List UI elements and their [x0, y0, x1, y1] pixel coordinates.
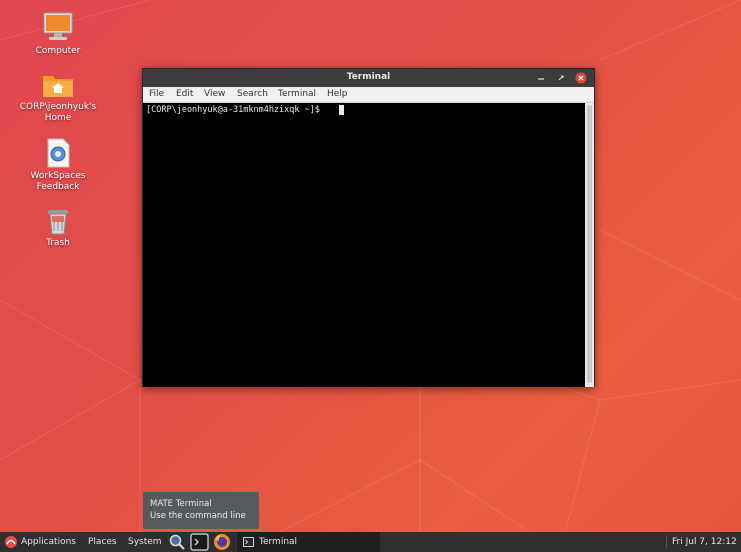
desktop-icon-home[interactable]: CORP\jeonhyuk's Home	[13, 70, 103, 124]
menu-search[interactable]: Search	[237, 89, 268, 99]
terminal-launcher-icon[interactable]	[190, 533, 209, 551]
applications-menu[interactable]: Applications	[21, 537, 76, 547]
menu-view[interactable]: View	[204, 89, 225, 99]
desktop-icon-workspaces-feedback[interactable]: WorkSpaces Feedback	[13, 137, 103, 193]
terminal-output[interactable]: [CORP\jeonhyuk@a-31mknm4hzixqk ~]$	[143, 103, 586, 387]
tooltip-description: Use the command line	[150, 511, 246, 521]
minimize-button[interactable]	[535, 72, 547, 84]
menubar: File Edit View Search Terminal Help	[143, 87, 594, 103]
search-icon[interactable]	[168, 533, 186, 551]
home-folder-icon	[43, 76, 73, 97]
terminal-task-icon	[243, 537, 254, 547]
window-titlebar[interactable]: Terminal	[143, 69, 594, 87]
taskbar-label: Terminal	[259, 537, 298, 547]
taskbar-button-terminal[interactable]: Terminal	[237, 532, 380, 552]
window-title: Terminal	[346, 72, 391, 82]
places-menu[interactable]: Places	[88, 537, 117, 547]
system-menu[interactable]: System	[128, 537, 162, 547]
menu-terminal[interactable]: Terminal	[278, 89, 316, 99]
close-button[interactable]	[575, 72, 587, 84]
maximize-button[interactable]	[555, 72, 567, 84]
desktop-icon-label: CORP\jeonhyuk's Home	[19, 102, 97, 123]
shell-prompt: [CORP\jeonhyuk@a-31mknm4hzixqk ~]$	[146, 105, 320, 115]
clock[interactable]: Fri Jul 7, 12:12	[672, 537, 737, 547]
tooltip-title: MATE Terminal	[150, 499, 212, 509]
launcher-tooltip: MATE Terminal Use the command line	[143, 492, 259, 529]
menu-file[interactable]: File	[149, 89, 164, 99]
close-icon	[575, 72, 587, 84]
panel-separator	[666, 536, 667, 548]
computer-icon	[43, 12, 73, 40]
text-cursor	[339, 105, 344, 115]
desktop-icon-label: WorkSpaces Feedback	[30, 171, 86, 192]
menu-help[interactable]: Help	[327, 89, 348, 99]
menu-edit[interactable]: Edit	[176, 89, 193, 99]
mate-logo-icon	[5, 536, 17, 548]
scrollbar-thumb[interactable]	[587, 105, 592, 383]
feedback-document-icon	[47, 138, 70, 168]
terminal-window[interactable]: Terminal File Edit View Search Terminal …	[142, 68, 595, 387]
desktop-icon-label: Trash	[46, 238, 70, 248]
desktop-icon-label: Computer	[35, 46, 81, 56]
desktop-icon-trash[interactable]: Trash	[13, 206, 103, 249]
maximize-icon	[558, 75, 564, 81]
bottom-panel: Applications Places System Terminal Fri …	[0, 532, 741, 552]
firefox-icon[interactable]	[212, 532, 232, 552]
minimize-icon	[538, 78, 544, 80]
desktop-icon-computer[interactable]: Computer	[13, 10, 103, 57]
vertical-scrollbar[interactable]	[585, 103, 594, 387]
trash-icon	[48, 210, 68, 235]
